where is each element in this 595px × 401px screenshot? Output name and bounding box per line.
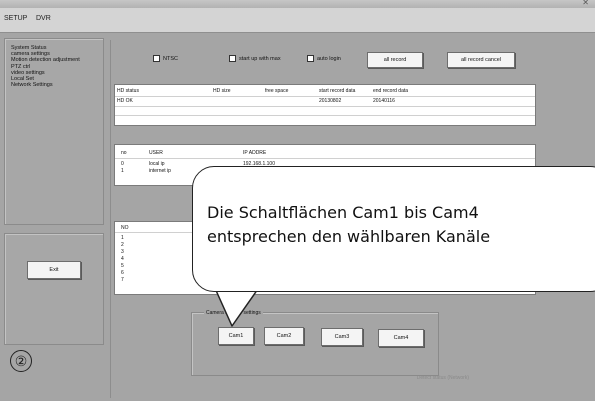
user-row-1-no: 1 — [121, 168, 124, 174]
hd-status-table: HD status HD size free space start recor… — [114, 84, 536, 126]
callout-tail-join — [216, 284, 258, 288]
channel-row-5: 5 — [121, 263, 124, 269]
startup-max-checkbox-box[interactable] — [229, 55, 236, 62]
hd-divider-3 — [115, 115, 535, 116]
camera-number-group: Camera number settings Cam1 Cam2 Cam3 Ca… — [191, 310, 439, 376]
user-header-no: no — [121, 150, 127, 156]
all-record-cancel-button[interactable]: all record cancel — [447, 52, 515, 68]
cam3-button[interactable]: Cam3 — [321, 328, 363, 346]
app-window: ✕ SETUP DVR System Status camera setting… — [0, 0, 595, 401]
ntsc-checkbox-box[interactable] — [153, 55, 160, 62]
channel-row-7: 7 — [121, 277, 124, 283]
auto-login-checkbox[interactable]: auto login — [307, 55, 341, 62]
camera-group-label: Camera number settings — [204, 310, 263, 316]
step-number: ② — [10, 350, 32, 372]
auto-login-label: auto login — [317, 55, 341, 62]
close-icon[interactable]: ✕ — [582, 0, 589, 7]
hd-divider — [115, 96, 535, 97]
user-row-1-user: internet ip — [149, 168, 171, 174]
hd-start-record-value: 20130802 — [319, 98, 342, 104]
all-record-button[interactable]: all record — [367, 52, 423, 68]
hd-header-end-record: end record data — [373, 88, 409, 94]
user-row-0-no: 0 — [121, 161, 124, 167]
menu-dvr[interactable]: DVR — [36, 15, 51, 22]
exit-button[interactable]: Exit — [27, 261, 81, 279]
startup-max-checkbox[interactable]: start up with max — [229, 55, 281, 62]
sidebar-item-motion-detection[interactable]: Motion detection adjustment — [11, 57, 80, 63]
channel-header-no: NO — [121, 225, 129, 231]
callout-bubble: Die Schaltflächen Cam1 bis Cam4 entsprec… — [192, 166, 595, 292]
channel-row-6: 6 — [121, 270, 124, 276]
user-header-user: USER — [149, 150, 163, 156]
callout-line-1: Die Schaltflächen Cam1 bis Cam4 — [207, 203, 479, 222]
channel-row-1: 1 — [121, 235, 124, 241]
sidebar-nav: System Status camera settings Motion det… — [11, 45, 80, 88]
hd-header-free-space: free space — [265, 88, 289, 94]
startup-max-label: start up with max — [239, 55, 281, 62]
cam2-button[interactable]: Cam2 — [264, 327, 304, 345]
menu-bar: SETUP DVR — [0, 8, 595, 33]
user-row-0-user: local ip — [149, 161, 165, 167]
user-divider — [115, 158, 535, 159]
hd-divider-2 — [115, 106, 535, 107]
cam4-button[interactable]: Cam4 — [378, 329, 424, 347]
title-bar: ✕ — [0, 0, 595, 8]
sidebar: System Status camera settings Motion det… — [4, 38, 104, 225]
user-header-ip: IP ADDRE — [243, 150, 267, 156]
hd-header-size: HD size — [213, 88, 231, 94]
cam1-button[interactable]: Cam1 — [218, 327, 254, 345]
hd-end-record-value: 20140116 — [373, 98, 395, 104]
auto-login-checkbox-box[interactable] — [307, 55, 314, 62]
status-text: Detect status (Network) — [416, 375, 469, 381]
channel-row-4: 4 — [121, 256, 124, 262]
menu-setup[interactable]: SETUP — [4, 15, 27, 22]
channel-row-2: 2 — [121, 242, 124, 248]
hd-header-status: HD status — [117, 88, 139, 94]
callout-text: Die Schaltflächen Cam1 bis Cam4 entsprec… — [207, 201, 595, 249]
callout-line-2: entsprechen den wählbaren Kanäle — [207, 227, 491, 246]
ntsc-checkbox[interactable]: NTSC — [153, 55, 178, 62]
sidebar-item-network[interactable]: Network Settings — [11, 82, 80, 88]
exit-panel: Exit — [4, 233, 104, 345]
channel-row-3: 3 — [121, 249, 124, 255]
hd-header-start-record: start record data — [319, 88, 356, 94]
hd-status-value: HD OK — [117, 98, 133, 104]
ntsc-label: NTSC — [163, 55, 178, 62]
